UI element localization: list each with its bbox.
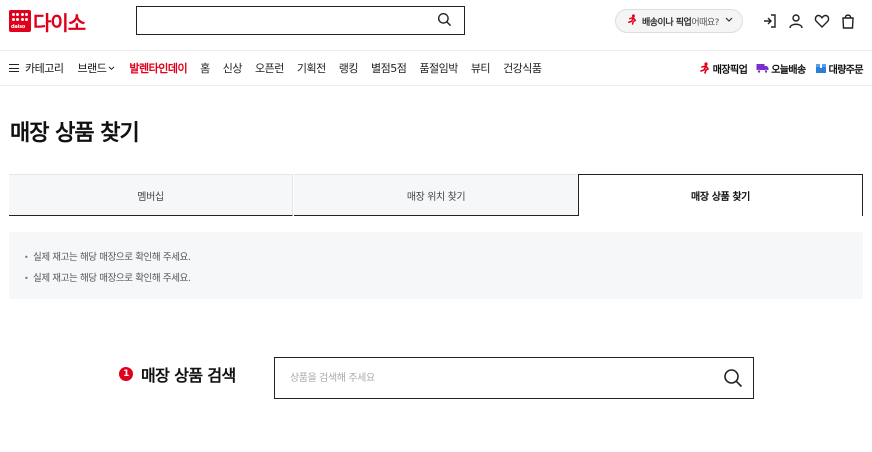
nav-item-health-food[interactable]: 건강식품 (503, 60, 542, 76)
nav-item-exhibition[interactable]: 기획전 (297, 60, 326, 76)
tab-store-product-search[interactable]: 매장 상품 찾기 (578, 174, 863, 216)
logo-sub-text: daiso (11, 24, 26, 30)
search-icon[interactable] (723, 368, 743, 392)
box-icon (815, 64, 826, 73)
nav-menu: 카테고리 브랜드 발렌타인데이 홈 신상 오픈런 기획전 랭킹 별점5점 품절임… (9, 51, 555, 85)
nav-services: 매장픽업 오늘배송 대량주문 (690, 51, 864, 85)
product-search-label: 매장 상품 검색 (141, 366, 236, 385)
today-delivery-link[interactable]: 오늘배송 (756, 61, 806, 76)
nav-item-almost-sold-out[interactable]: 품절임박 (419, 60, 458, 76)
nav-item-ranking[interactable]: 랭킹 (339, 60, 359, 76)
main-nav: 카테고리 브랜드 발렌타인데이 홈 신상 오픈런 기획전 랭킹 별점5점 품절임… (0, 50, 872, 86)
nav-item-open-run[interactable]: 오픈런 (255, 60, 284, 76)
tab-membership[interactable]: 멤버십 (9, 174, 293, 216)
runner-icon (699, 62, 709, 74)
pickup-pill-strong: 배송이나 픽업 (642, 17, 692, 28)
truck-icon (756, 64, 769, 74)
nav-item-beauty[interactable]: 뷰티 (471, 60, 491, 76)
header: daiso 다이소 배송이나 픽업 어때요? (0, 0, 872, 50)
global-search-input[interactable] (136, 6, 465, 35)
chevron-down-icon (725, 16, 733, 26)
daiso-logo[interactable]: daiso 다이소 (9, 9, 86, 35)
store-pickup-link[interactable]: 매장픽업 (699, 61, 748, 76)
user-icon[interactable] (788, 13, 804, 29)
store-tabs: 멤버십 매장 위치 찾기 매장 상품 찾기 (9, 174, 863, 216)
bulk-order-label: 대량주문 (828, 64, 864, 76)
hamburger-icon (9, 64, 19, 72)
bulk-order-link[interactable]: 대량주문 (815, 61, 864, 76)
heart-icon[interactable] (814, 13, 830, 29)
brand-label: 브랜드 (77, 62, 107, 75)
category-menu-button[interactable]: 카테고리 (9, 60, 64, 76)
brand-menu-button[interactable]: 브랜드 (77, 60, 115, 76)
logo-text: 다이소 (33, 10, 86, 35)
step-number-badge: 1 (119, 367, 133, 381)
nav-item-home[interactable]: 홈 (200, 60, 210, 76)
bag-icon[interactable] (840, 13, 856, 29)
category-label: 카테고리 (25, 62, 64, 75)
notice-item: 실제 재고는 해당 매장으로 확인해 주세요. (24, 247, 863, 268)
product-search-heading: 1 매장 상품 검색 (119, 362, 236, 386)
delivery-pickup-selector[interactable]: 배송이나 픽업 어때요? (615, 9, 743, 33)
pickup-pill-light: 어때요? (691, 17, 719, 28)
today-delivery-label: 오늘배송 (771, 64, 806, 76)
nav-item-valentine[interactable]: 발렌타인데이 (129, 60, 187, 76)
nav-item-new[interactable]: 신상 (223, 60, 243, 76)
product-search-box (274, 357, 754, 399)
page-title: 매장 상품 찾기 (10, 121, 140, 146)
nav-item-five-stars[interactable]: 별점5점 (371, 60, 407, 76)
header-icon-group (762, 13, 856, 29)
chevron-down-icon (109, 65, 115, 70)
search-icon[interactable] (437, 12, 452, 31)
notice-box: 실제 재고는 해당 매장으로 확인해 주세요. 실제 재고는 해당 매장으로 확… (9, 232, 863, 299)
logo-mark: daiso (9, 10, 31, 32)
notice-item: 실제 재고는 해당 매장으로 확인해 주세요. (24, 268, 863, 289)
store-pickup-label: 매장픽업 (712, 64, 748, 76)
product-search-input[interactable] (290, 368, 690, 388)
runner-icon (627, 14, 638, 28)
logout-icon[interactable] (762, 13, 778, 29)
tab-store-location[interactable]: 매장 위치 찾기 (294, 174, 578, 216)
